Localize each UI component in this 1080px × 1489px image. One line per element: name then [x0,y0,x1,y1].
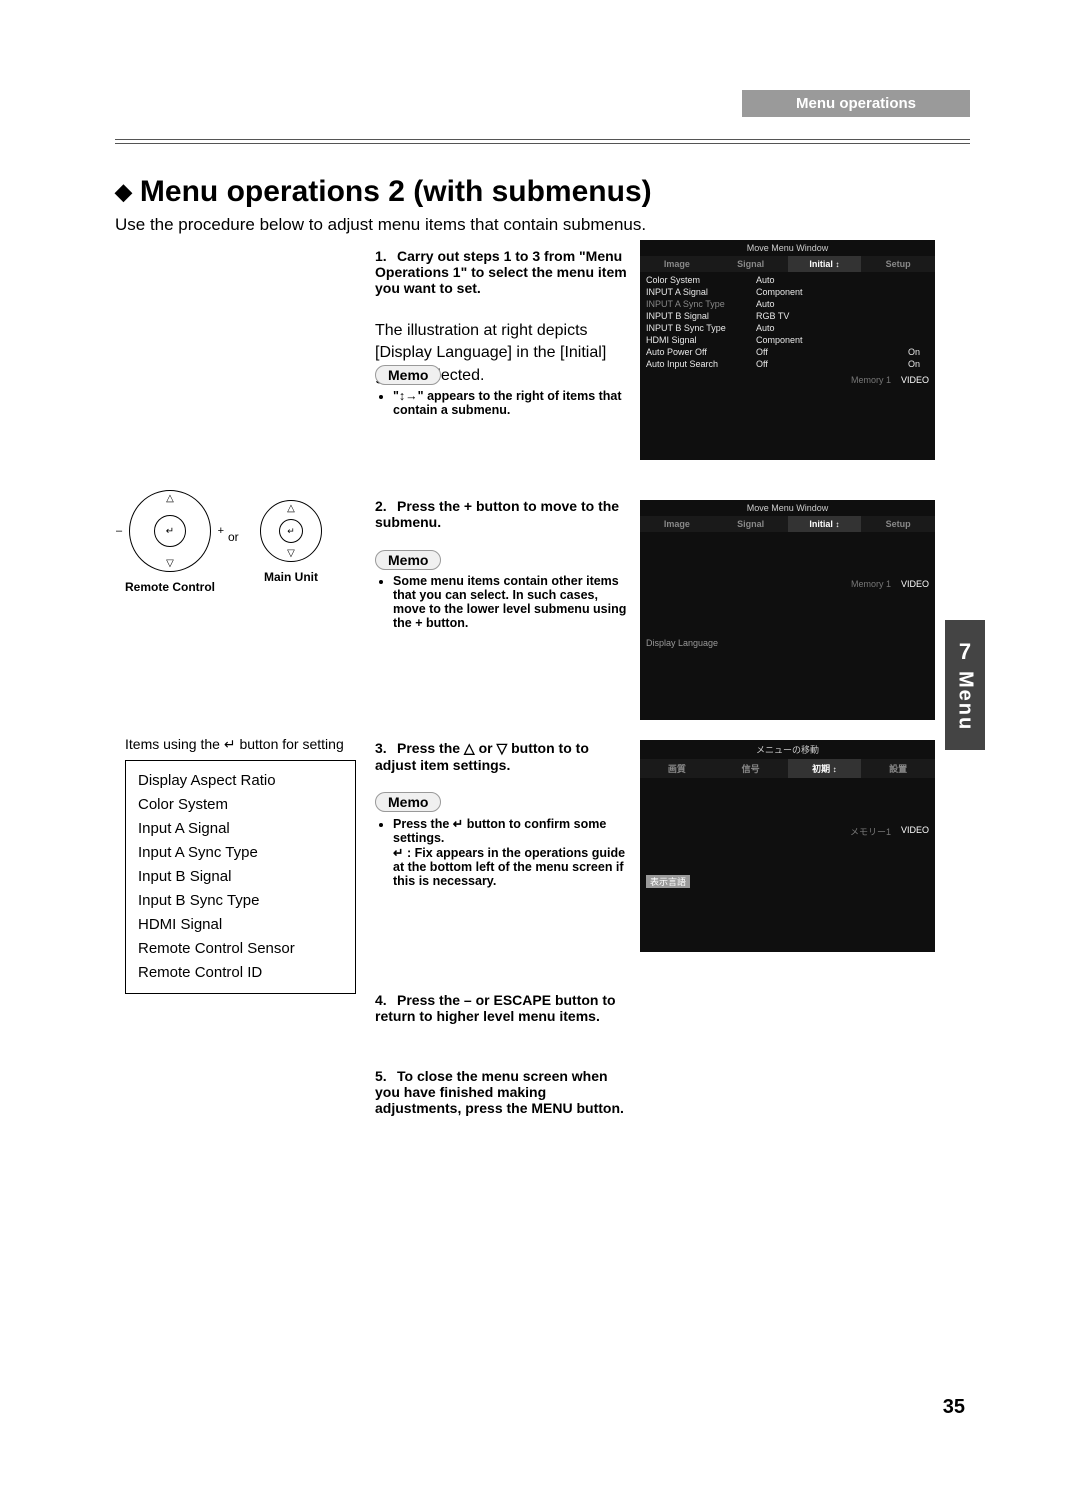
list-item: Input A Sync Type [138,841,343,865]
list-item: Input A Signal [138,817,343,841]
osd-tabs: Image Signal Initial ↕ Setup [640,516,935,532]
osd-tab-initial: Initial ↕ [788,256,862,272]
memo-2: Memo Some menu items contain other items… [375,550,630,632]
memo-label: Memo [375,550,441,570]
osd-row: INPUT B Sync TypeAuto [640,322,935,334]
chapter-tab: 7 Menu [945,620,985,750]
osd-footer: Memory 1 VIDEO [640,576,935,592]
page-title: ◆ Menu operations 2 (with submenus) [115,175,652,209]
list-item: Input B Signal [138,865,343,889]
step-3: 3.Press the △ or ▽ button to to adjust i… [375,740,630,773]
step-5: 5.To close the menu screen when you have… [375,1068,630,1116]
section-label: Menu operations [742,90,970,117]
osd-footer: メモリー1 VIDEO [640,822,935,841]
osd-tab-initial: 初期 ↕ [788,759,862,778]
osd-footer: Memory 1 VIDEO [640,372,935,388]
osd-row: INPUT A Sync TypeAuto [640,298,935,310]
osd-screenshot-2: Move Menu Window Image Signal Initial ↕ … [640,500,935,720]
list-item: HDMI Signal [138,913,343,937]
osd-tabs: Image Signal Initial ↕ Setup [640,256,935,272]
step-1: 1.Carry out steps 1 to 3 from "Menu Oper… [375,248,630,296]
main-unit-diagram: ↵ Main Unit [260,500,322,584]
diamond-icon: ◆ [115,179,132,205]
osd-title: Move Menu Window [640,500,935,516]
osd-tab-image: Image [640,516,714,532]
osd-tab-signal: Signal [714,256,788,272]
osd-tab-signal: Signal [714,516,788,532]
osd-tabs: 画質 信号 初期 ↕ 設置 [640,759,935,778]
osd-row: INPUT A SignalComponent [640,286,935,298]
enter-icon: ↵ [279,519,303,543]
list-item: Input B Sync Type [138,889,343,913]
items-caption: Items using the ↵ button for setting [125,736,344,753]
minus-label: – [116,525,122,537]
step-2: 2.Press the + button to move to the subm… [375,498,630,530]
enter-icon: ↵ [154,515,186,547]
memo-label: Memo [375,365,441,385]
osd-tab-setup: 設置 [861,759,935,778]
osd-title: メニューの移動 [640,740,935,759]
page-number: 35 [943,1396,965,1419]
osd-title: Move Menu Window [640,240,935,256]
title-text: Menu operations 2 (with submenus) [140,175,652,209]
chapter-label: Menu [954,671,977,731]
osd-tab-initial: Initial ↕ [788,516,862,532]
osd-row: INPUT B SignalRGB TV [640,310,935,322]
osd-menu-list: Color SystemAutoINPUT A SignalComponentI… [640,272,935,372]
list-item: Remote Control ID [138,961,343,985]
osd-row: Auto Input SearchOffOn [640,358,935,370]
step-4: 4.Press the – or ESCAPE button to return… [375,992,630,1024]
list-item: Remote Control Sensor [138,937,343,961]
osd-tab-signal: 信号 [714,759,788,778]
osd-tab-image: Image [640,256,714,272]
memo-1: Memo "↕→" appears to the right of items … [375,365,630,419]
osd-left-label: 表示言語 [646,875,690,888]
intro-paragraph: Use the procedure below to adjust menu i… [115,215,646,235]
osd-row: HDMI SignalComponent [640,334,935,346]
memo-label: Memo [375,792,441,812]
osd-left-label: Display Language [646,638,718,648]
osd-tab-image: 画質 [640,759,714,778]
osd-row: Color SystemAuto [640,274,935,286]
or-label: or [228,530,239,544]
plus-label: + [218,525,224,537]
items-list-box: Display Aspect RatioColor SystemInput A … [125,760,356,994]
remote-control-label: Remote Control [125,580,215,594]
dpad-icon: ↵ [260,500,322,562]
osd-screenshot-3: メニューの移動 画質 信号 初期 ↕ 設置 表示言語 メモリー1 VIDEO [640,740,935,952]
dpad-icon: – + ↵ [129,490,211,572]
chapter-number: 7 [959,639,971,665]
main-unit-label: Main Unit [260,570,322,584]
header-band: Menu operations [115,90,970,120]
osd-row: Auto Power OffOffOn [640,346,935,358]
memo-3: Memo Press the ↵ button to confirm some … [375,792,630,890]
list-item: Color System [138,793,343,817]
remote-control-diagram: – + ↵ Remote Control [125,490,215,594]
osd-screenshot-1: Move Menu Window Image Signal Initial ↕ … [640,240,935,460]
osd-tab-setup: Setup [861,256,935,272]
osd-tab-setup: Setup [861,516,935,532]
list-item: Display Aspect Ratio [138,769,343,793]
